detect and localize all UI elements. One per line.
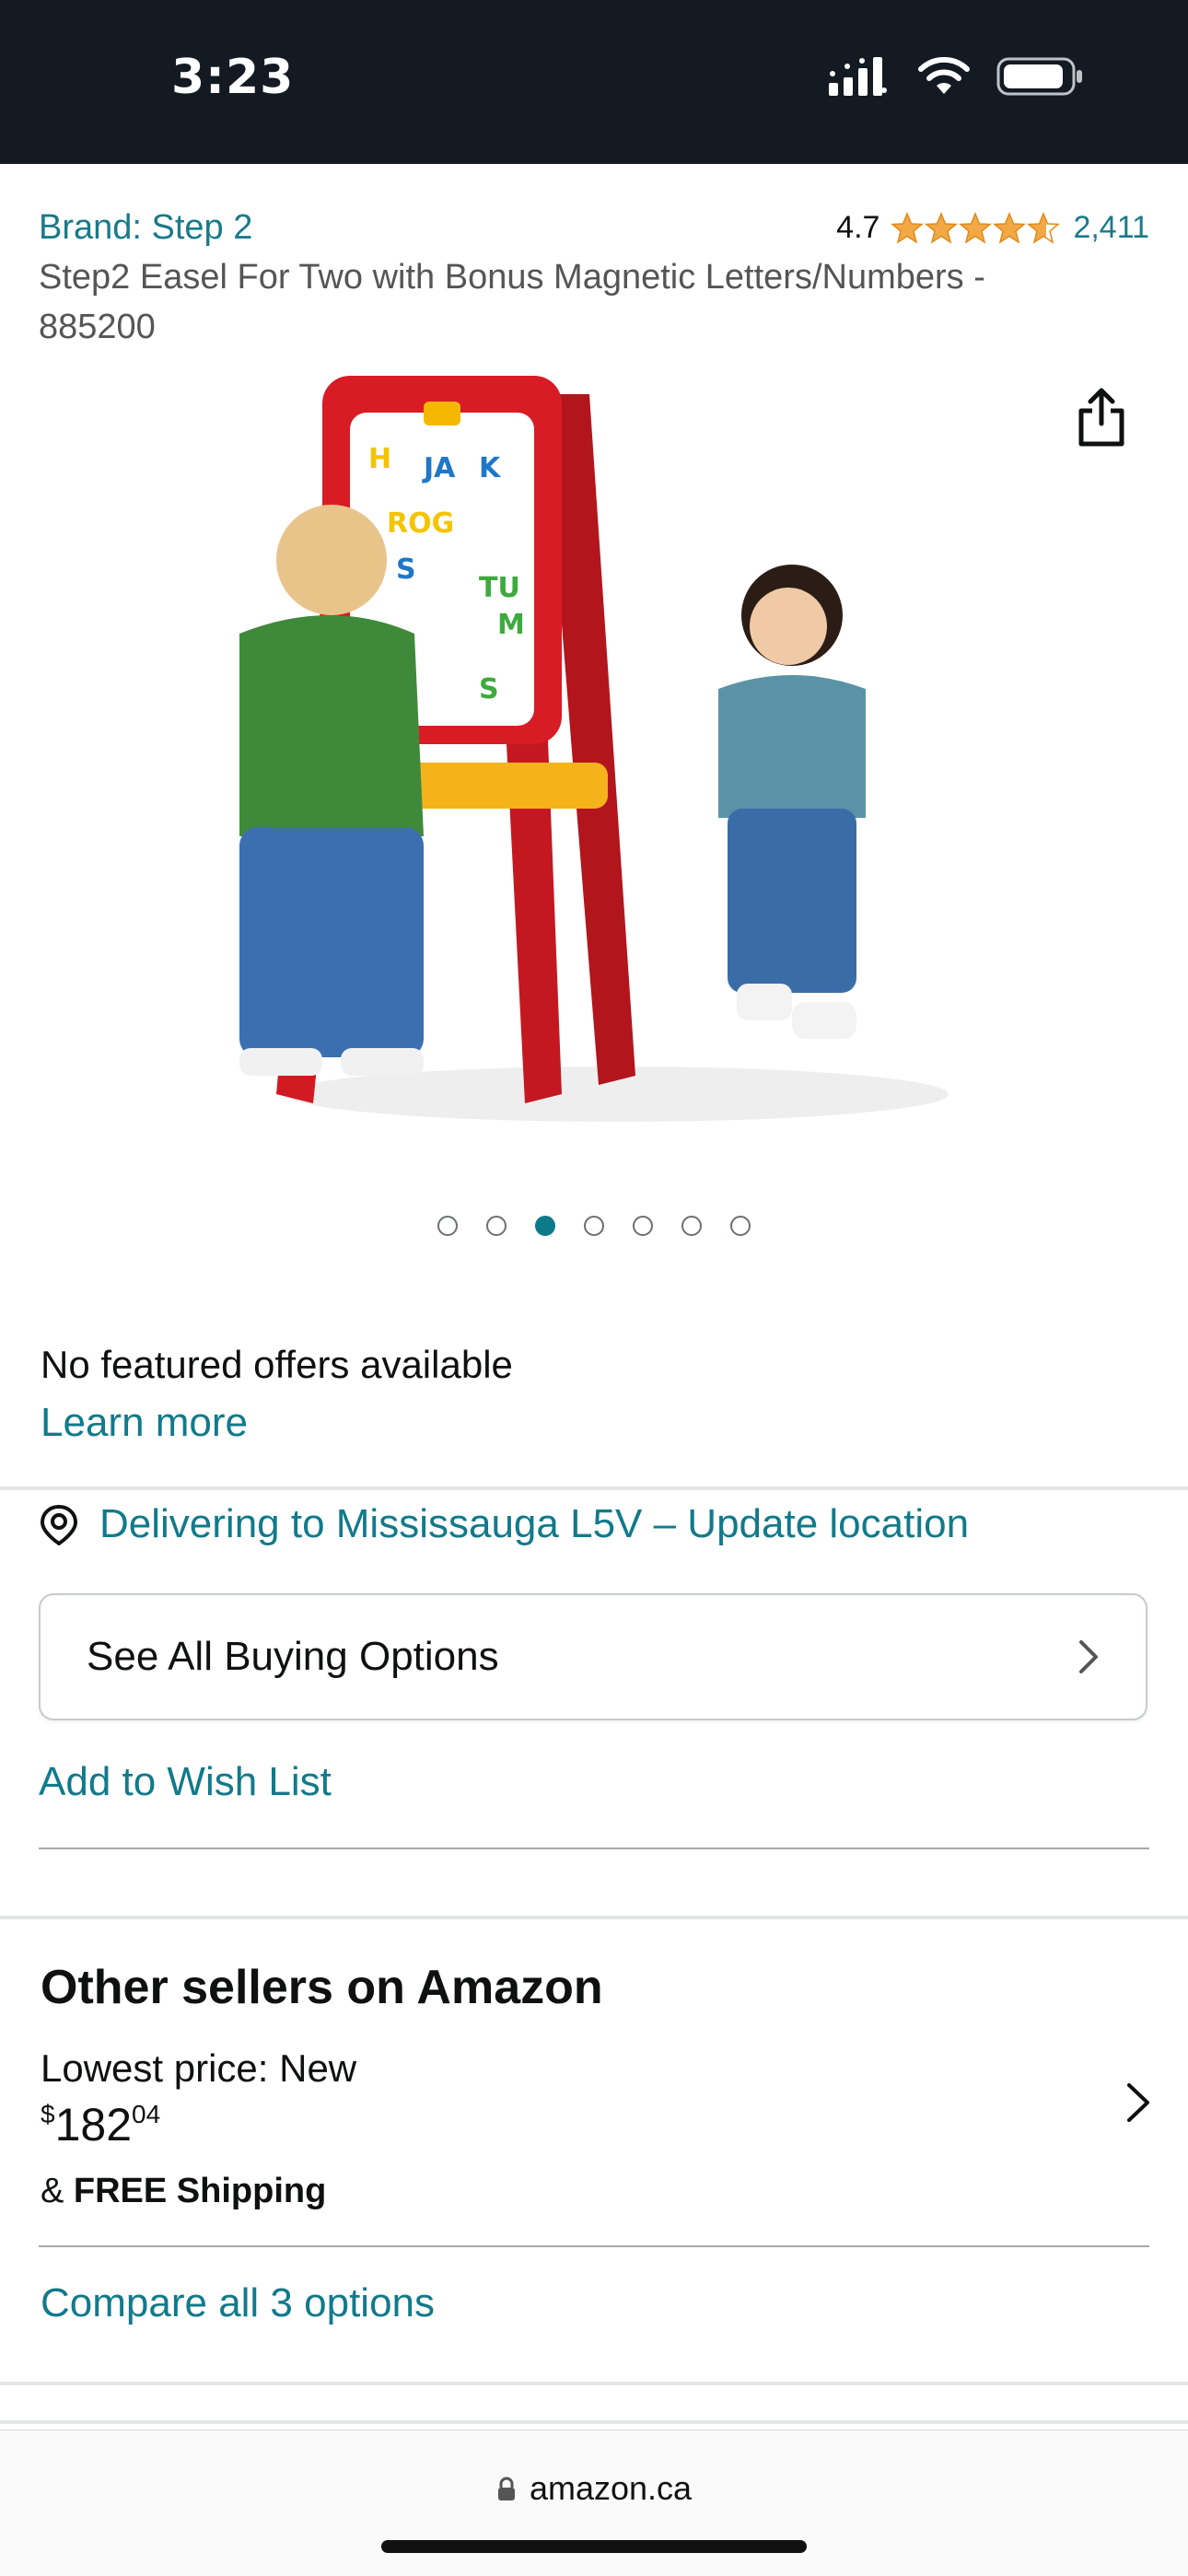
learn-more-link[interactable]: Learn more [41, 1400, 248, 1446]
buying-options-label: See All Buying Options [87, 1634, 499, 1679]
image-carousel-dots [0, 1216, 1188, 1236]
svg-text:S: S [479, 673, 499, 705]
location-pin-icon [40, 1504, 78, 1545]
browser-address-bar[interactable]: amazon.ca [0, 2430, 1188, 2576]
svg-text:TU: TU [479, 572, 520, 604]
other-sellers-title: Other sellers on Amazon [41, 1961, 603, 2014]
wifi-icon [918, 57, 970, 94]
carousel-dot[interactable] [486, 1216, 507, 1236]
chevron-right-icon[interactable] [1125, 2081, 1151, 2124]
url-text: amazon.ca [529, 2469, 693, 2507]
divider-line [39, 1847, 1149, 1849]
delivery-location-link[interactable]: Delivering to Mississauga L5V – Update l… [39, 1501, 969, 1547]
status-time: 3:23 [171, 50, 295, 105]
svg-text:JA: JA [422, 452, 456, 484]
price-whole: 182 [54, 2099, 133, 2151]
delivery-location-text: Delivering to Mississauga L5V – Update l… [99, 1501, 970, 1546]
carousel-dot[interactable] [730, 1216, 751, 1236]
url-display[interactable]: amazon.ca [0, 2469, 1188, 2508]
product-image[interactable]: H JA K ROG S TU M S [203, 357, 995, 1149]
shipping-info: & FREE Shipping [41, 2172, 326, 2211]
section-divider [0, 1916, 1188, 1919]
rating-count: 2,411 [1073, 210, 1149, 245]
cellular-signal-icon [829, 57, 887, 96]
price-fraction: 04 [132, 2100, 161, 2128]
rating-summary[interactable]: 4.7 2,411 [836, 210, 1149, 246]
status-icons [829, 55, 1085, 98]
carousel-dot-active[interactable] [535, 1216, 555, 1236]
share-icon[interactable] [1076, 387, 1127, 448]
lock-icon [497, 2477, 515, 2500]
add-to-wish-list-link[interactable]: Add to Wish List [39, 1759, 332, 1805]
no-offers-text: No featured offers available [41, 1343, 513, 1386]
chevron-right-icon [1079, 1640, 1098, 1673]
divider-line [39, 2245, 1149, 2247]
carousel-dot[interactable] [584, 1216, 604, 1236]
brand-link[interactable]: Brand: Step 2 [39, 208, 252, 248]
compare-options-link[interactable]: Compare all 3 options [41, 2280, 435, 2326]
rating-value: 4.7 [836, 210, 880, 245]
battery-icon [996, 57, 1082, 96]
section-divider [0, 1486, 1188, 1490]
shipping-prefix: & [41, 2172, 74, 2210]
carousel-dot[interactable] [437, 1216, 458, 1236]
price-currency: $ [41, 2100, 55, 2128]
svg-text:M: M [497, 609, 525, 641]
svg-text:S: S [396, 554, 416, 586]
section-divider [0, 2420, 1188, 2424]
home-indicator[interactable] [381, 2540, 807, 2553]
svg-text:ROG: ROG [387, 507, 454, 540]
see-all-buying-options-button[interactable]: See All Buying Options [39, 1593, 1147, 1720]
status-bar: 3:23 [0, 0, 1188, 164]
svg-text:H: H [368, 443, 391, 475]
product-title: Step2 Easel For Two with Bonus Magnetic … [39, 258, 985, 346]
carousel-dot[interactable] [633, 1216, 653, 1236]
svg-text:K: K [479, 452, 502, 484]
lowest-price-label: Lowest price: New [41, 2046, 357, 2090]
section-divider [0, 2382, 1188, 2385]
star-rating-icon [891, 211, 1061, 244]
lowest-price: $18204 [41, 2098, 160, 2151]
carousel-dot[interactable] [681, 1216, 702, 1236]
free-shipping-label: FREE Shipping [73, 2172, 327, 2210]
